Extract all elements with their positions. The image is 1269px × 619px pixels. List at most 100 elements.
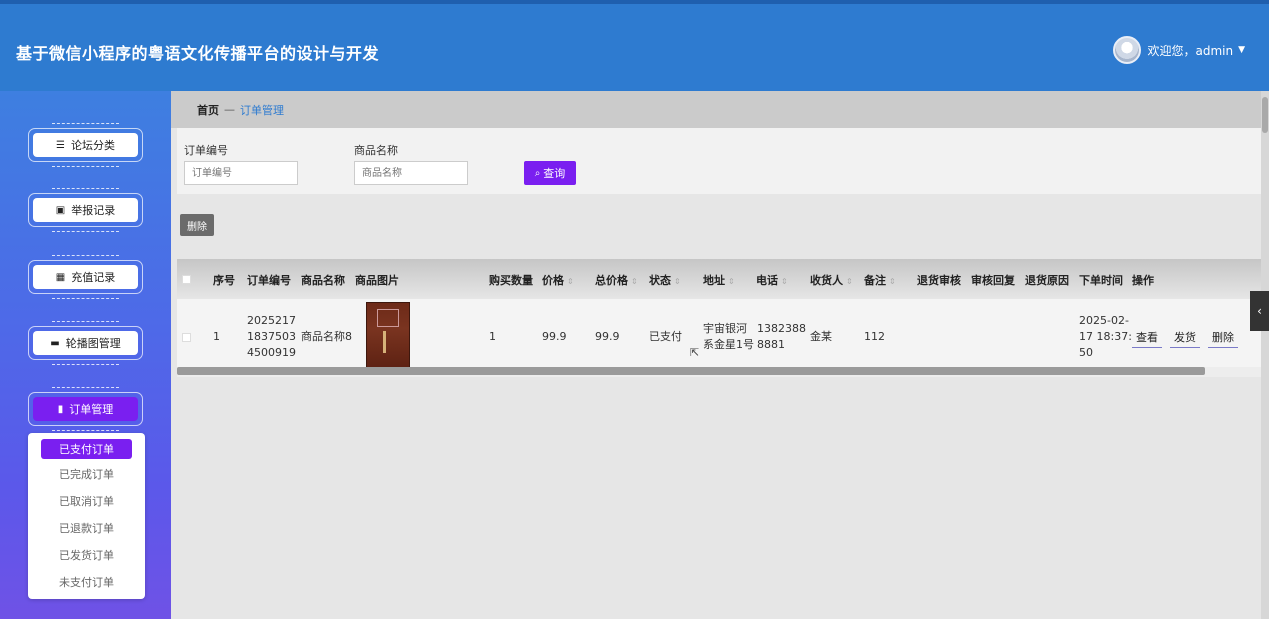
- image-handle: [383, 331, 386, 353]
- sidebar-button[interactable]: ▮ 订单管理: [33, 397, 138, 421]
- col-index: 序号: [213, 274, 235, 287]
- sidebar-item-forum-category[interactable]: ☰ 论坛分类: [28, 123, 143, 167]
- col-image: 商品图片: [355, 272, 399, 288]
- breadcrumb-current: 订单管理: [240, 103, 284, 117]
- sidebar-button[interactable]: ▦ 充值记录: [33, 265, 138, 289]
- sort-icon[interactable]: ⇕: [846, 277, 853, 286]
- sidebar-button[interactable]: ▬ 轮播图管理: [33, 331, 138, 355]
- col-label: 订单编号: [247, 274, 291, 287]
- row-delete-button[interactable]: 删除: [1208, 329, 1238, 348]
- sort-icon[interactable]: ⇕: [674, 277, 681, 286]
- sort-icon[interactable]: ⇕: [781, 277, 788, 286]
- col-note[interactable]: 备注 ⇕: [864, 272, 896, 288]
- table-header: 序号 订单编号 商品名称 商品图片 购买数量 价格 ⇕ 总价格 ⇕ 状态 ⇕ 地址 ⇕ …: [177, 259, 1265, 299]
- col-label: 购买数量: [489, 274, 533, 287]
- order-no-input[interactable]: [184, 161, 298, 185]
- view-button[interactable]: 查看: [1132, 329, 1162, 348]
- grid-icon: ▦: [55, 271, 66, 283]
- top-header: 基于微信小程序的粤语文化传播平台的设计与开发 欢迎您，admin ▼: [0, 0, 1269, 91]
- sidebar-item-label: 轮播图管理: [65, 337, 121, 350]
- col-address[interactable]: 地址 ⇕: [703, 272, 735, 288]
- select-all-checkbox[interactable]: [182, 275, 191, 284]
- cell-price: 99.9: [542, 330, 567, 343]
- vertical-scrollbar[interactable]: [1261, 91, 1269, 619]
- breadcrumb-home[interactable]: 首页: [197, 102, 219, 118]
- col-price[interactable]: 价格 ⇕: [542, 272, 574, 288]
- time-line: 50: [1079, 346, 1093, 359]
- sidebar-button[interactable]: ☰ 论坛分类: [33, 133, 138, 157]
- scrollbar-thumb[interactable]: [1262, 97, 1268, 133]
- avatar[interactable]: [1113, 36, 1142, 64]
- sidebar-button[interactable]: ▣ 举报记录: [33, 198, 138, 222]
- cell-quantity: 1: [489, 330, 496, 343]
- sidebar-item-recharge-records[interactable]: ▦ 充值记录: [28, 255, 143, 299]
- product-name-input[interactable]: [354, 161, 468, 185]
- submenu-shipped-orders[interactable]: 已发货订单: [28, 541, 145, 568]
- col-label: 收货人: [810, 274, 843, 287]
- ship-button[interactable]: 发货: [1170, 329, 1200, 348]
- user-menu[interactable]: 欢迎您，admin ▼: [1113, 36, 1245, 64]
- chevron-left-icon[interactable]: ‹: [1250, 291, 1269, 331]
- sidebar-item-report-records[interactable]: ▣ 举报记录: [28, 188, 143, 232]
- item-deco: [52, 255, 119, 258]
- batch-delete-button[interactable]: 删除: [180, 214, 214, 236]
- col-return-review: 退货审核: [917, 272, 961, 288]
- row-checkbox[interactable]: [182, 333, 191, 342]
- breadcrumb-separator: —: [224, 103, 235, 116]
- col-order-no: 订单编号: [247, 272, 291, 288]
- time-line: 17 18:37:: [1079, 330, 1132, 343]
- item-deco: [52, 321, 119, 324]
- sidebar-item-banner-management[interactable]: ▬ 轮播图管理: [28, 321, 143, 365]
- welcome-text[interactable]: 欢迎您，admin: [1147, 42, 1233, 59]
- submenu-paid-orders[interactable]: 已支付订单: [41, 439, 132, 459]
- sidebar-item-label: 举报记录: [71, 204, 116, 217]
- sidebar-item-order-management[interactable]: ▮ 订单管理: [28, 387, 143, 431]
- search-panel: 订单编号 商品名称 ⌕查询: [177, 128, 1266, 194]
- col-label: 总价格: [595, 274, 628, 287]
- search-icon: ⌕: [534, 167, 541, 179]
- col-status[interactable]: 状态 ⇕: [649, 272, 681, 288]
- item-deco: [52, 296, 119, 299]
- col-product: 商品名称: [301, 272, 345, 288]
- caret-down-icon[interactable]: ▼: [1238, 45, 1245, 55]
- cell-note: 112: [864, 330, 885, 343]
- product-name-label: 商品名称: [354, 144, 398, 157]
- col-label: 审核回复: [971, 274, 1015, 287]
- col-label: 状态: [649, 274, 671, 287]
- cell-order-no: 2025217 1837503 4500919: [247, 313, 296, 361]
- query-button-label: 查询: [543, 167, 566, 180]
- product-image[interactable]: [366, 302, 410, 368]
- sort-icon[interactable]: ⇕: [567, 277, 574, 286]
- col-label: 商品图片: [355, 274, 399, 287]
- col-order-time: 下单时间: [1079, 272, 1123, 288]
- list-icon: ☰: [56, 139, 65, 151]
- submenu-unpaid-orders[interactable]: 未支付订单: [28, 568, 145, 595]
- address-line: 系金星1号: [703, 338, 754, 351]
- order-no-line: 2025217: [247, 314, 296, 327]
- col-label: 下单时间: [1079, 274, 1123, 287]
- item-deco: [52, 164, 119, 167]
- order-no-label: 订单编号: [184, 144, 228, 157]
- sidebar-item-label: 论坛分类: [70, 139, 115, 152]
- col-label: 价格: [542, 274, 564, 287]
- col-label: 地址: [703, 274, 725, 287]
- sort-icon[interactable]: ⇕: [728, 277, 735, 286]
- sidebar-item-label: 订单管理: [69, 403, 114, 416]
- col-phone[interactable]: 电话 ⇕: [756, 272, 788, 288]
- col-total[interactable]: 总价格 ⇕: [595, 272, 638, 288]
- query-button[interactable]: ⌕ 查询: [524, 161, 576, 185]
- breadcrumb: 首页 — 订单管理: [171, 91, 1269, 128]
- phone-line: 1382388: [757, 322, 806, 335]
- submenu-cancelled-orders[interactable]: 已取消订单: [28, 488, 145, 515]
- sort-icon[interactable]: ⇕: [631, 277, 638, 286]
- cell-status: 已支付: [649, 330, 682, 343]
- submenu-completed-orders[interactable]: 已完成订单: [28, 461, 145, 488]
- item-deco: [52, 387, 119, 390]
- submenu-refunded-orders[interactable]: 已退款订单: [28, 515, 145, 542]
- col-receiver[interactable]: 收货人 ⇕: [810, 272, 853, 288]
- sort-icon[interactable]: ⇕: [889, 277, 896, 286]
- col-label: 商品名称: [301, 274, 345, 287]
- horizontal-scrollbar[interactable]: [177, 367, 1205, 375]
- app-title: 基于微信小程序的粤语文化传播平台的设计与开发: [16, 44, 380, 63]
- col-quantity[interactable]: 购买数量: [489, 272, 533, 288]
